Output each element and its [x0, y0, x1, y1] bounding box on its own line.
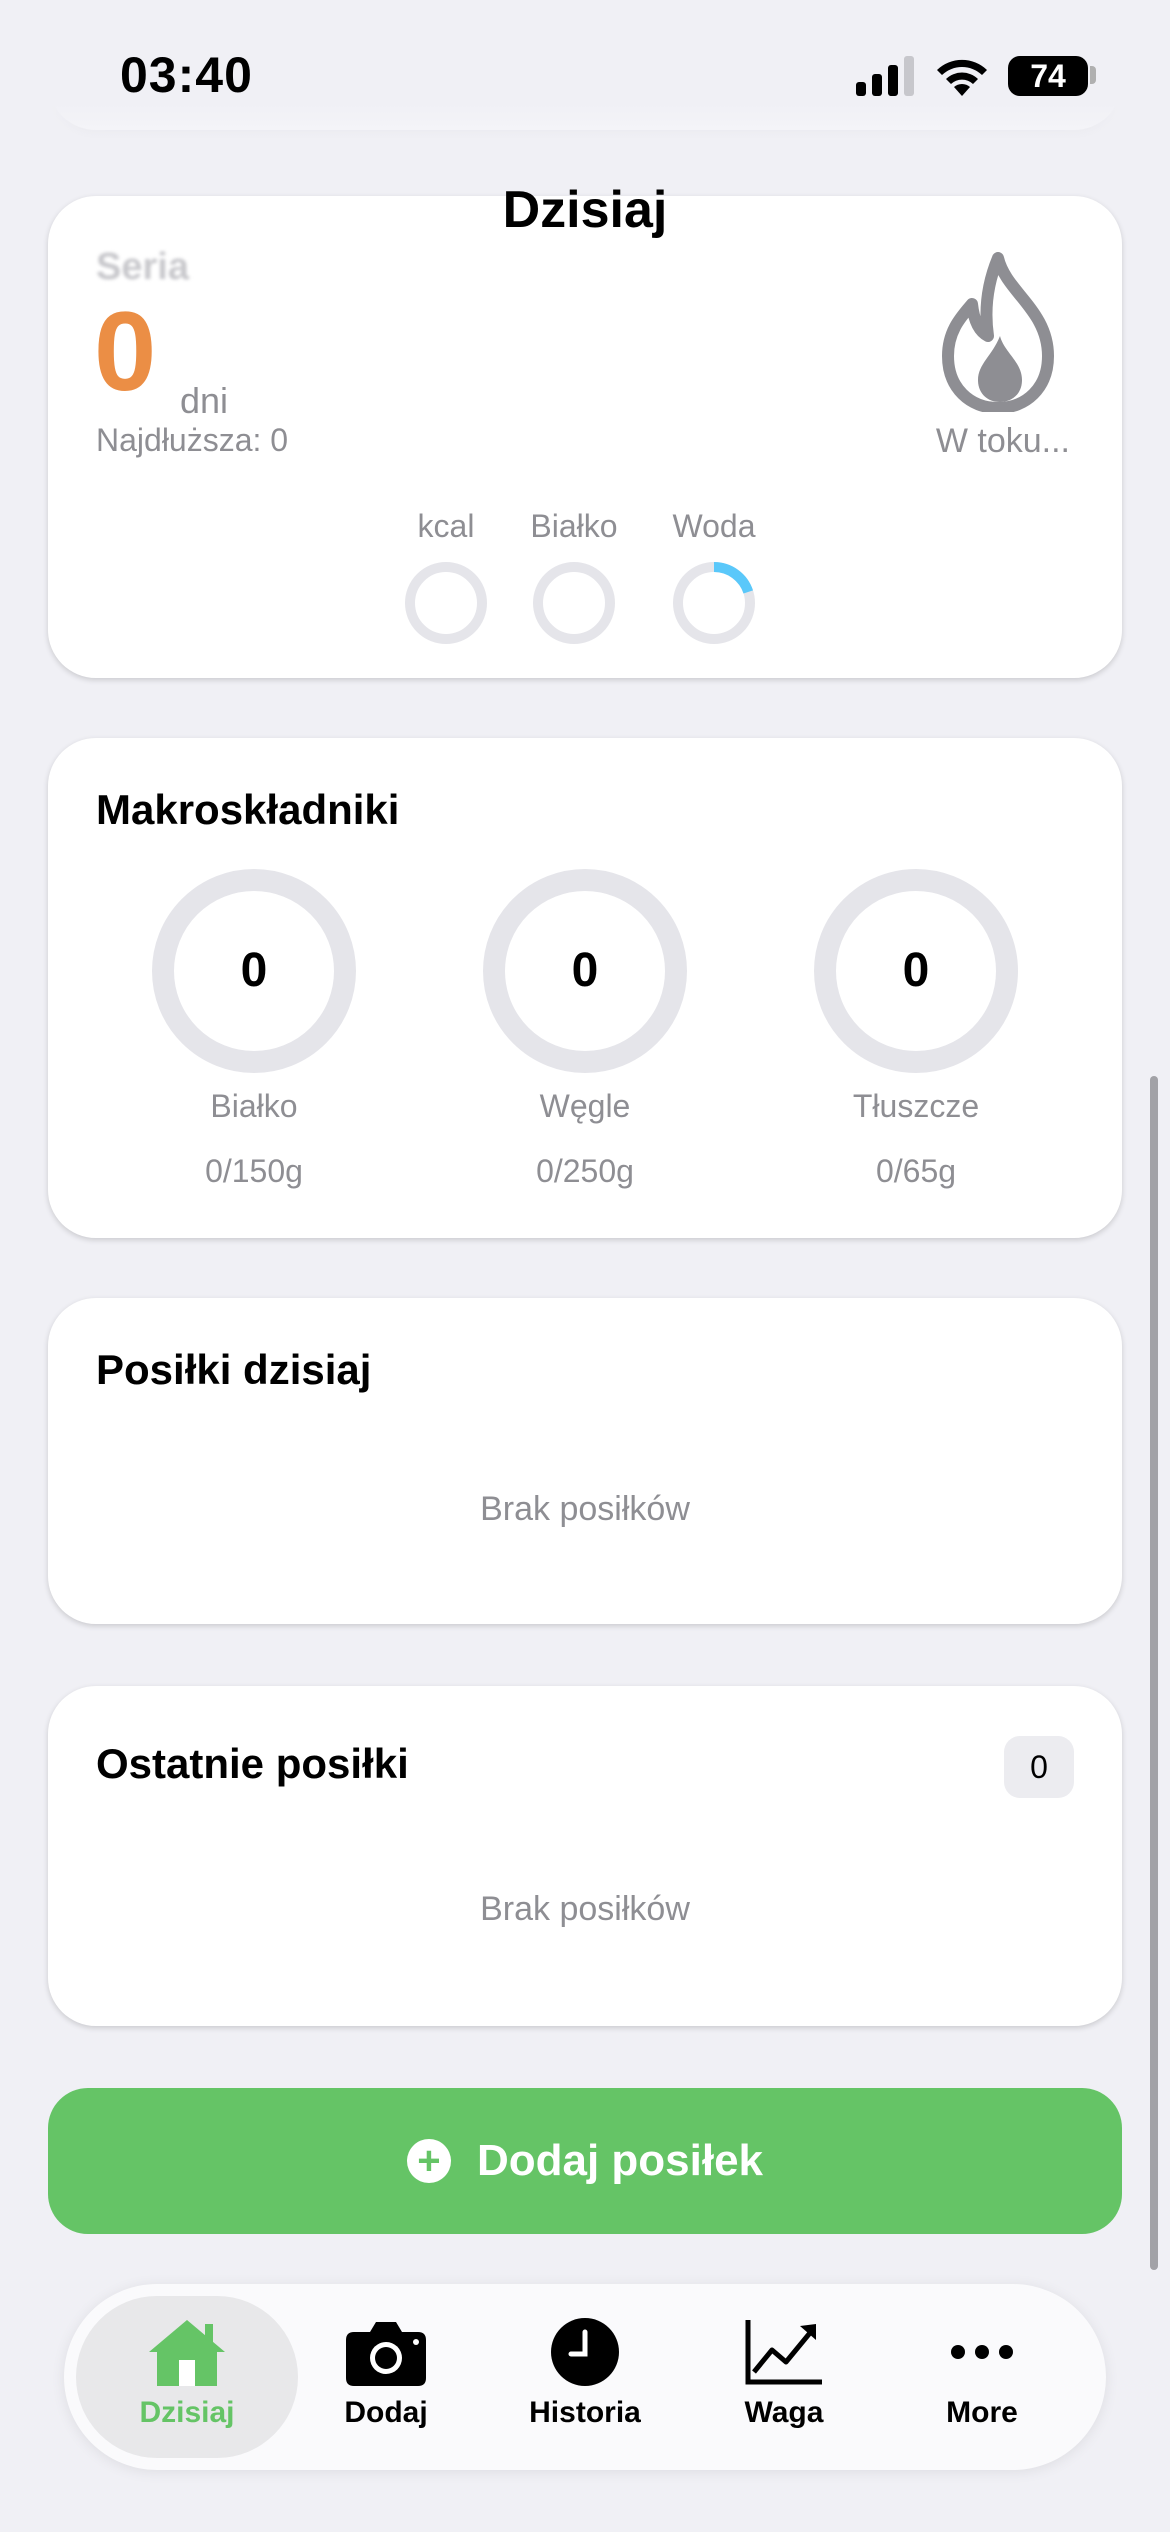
macro-protein-name: Białko	[210, 1088, 298, 1124]
macro-fat-name: Tłuszcze	[852, 1088, 980, 1124]
macro-carbs-amount: 0/250g	[536, 1153, 634, 1189]
chart-line-icon	[745, 2320, 822, 2385]
recent-meals-count-badge: 0	[1004, 1736, 1074, 1798]
macro-carbs: 0 Węgle 0/250g	[475, 868, 695, 1190]
clock-icon	[551, 2318, 619, 2386]
macro-protein-value: 0	[240, 944, 268, 997]
tab-history[interactable]: Historia	[485, 2296, 685, 2458]
tab-add[interactable]: Dodaj	[286, 2296, 486, 2458]
kcal-ring: kcal	[386, 508, 506, 647]
macro-carbs-value: 0	[571, 944, 599, 997]
tab-weight[interactable]: Waga	[684, 2296, 884, 2458]
macro-protein-amount: 0/150g	[205, 1153, 303, 1189]
macro-fat-value: 0	[902, 944, 930, 997]
macros-card: Makroskładniki 0 Białko 0/150g 0 Węgle 0…	[48, 738, 1122, 1238]
macro-fat-amount: 0/65g	[875, 1153, 957, 1189]
recent-meals-title: Ostatnie posiłki	[96, 1740, 409, 1787]
streak-longest: Najdłuższa: 0	[96, 422, 289, 458]
macros-title: Makroskładniki	[96, 786, 400, 833]
add-meal-button[interactable]: + Dodaj posiłek	[48, 2088, 1122, 2234]
tab-history-label: Historia	[529, 2396, 641, 2429]
meals-today-card: Posiłki dzisiaj Brak posiłków	[48, 1298, 1122, 1624]
ellipsis-icon	[951, 2345, 1013, 2359]
tab-weight-label: Waga	[744, 2396, 824, 2429]
battery-indicator: 74	[1008, 56, 1088, 96]
water-ring-progress	[673, 562, 755, 644]
macro-protein: 0 Białko 0/150g	[144, 868, 364, 1190]
scrollbar[interactable]	[1150, 1076, 1158, 2270]
flame-icon	[942, 252, 1054, 412]
tab-today[interactable]: Dzisiaj	[76, 2296, 298, 2458]
status-bar: 03:40 74	[0, 0, 1170, 150]
streak-card: Seria 0 dni Najdłuższa: 0 W toku... kcal…	[48, 196, 1122, 678]
streak-status: W toku...	[935, 422, 1070, 460]
recent-meals-card: Ostatnie posiłki 0 Brak posiłków	[48, 1686, 1122, 2026]
protein-ring-progress	[533, 562, 615, 644]
kcal-ring-label: kcal	[417, 508, 475, 544]
tab-more-label: More	[946, 2396, 1018, 2429]
protein-ring: Białko	[514, 508, 634, 647]
streak-label: Seria	[96, 246, 189, 288]
tab-bar: Dzisiaj Dodaj Historia Waga More	[64, 2284, 1106, 2470]
streak-count: 0	[94, 289, 157, 414]
kcal-ring-progress	[405, 562, 487, 644]
add-meal-label: Dodaj posiłek	[476, 2136, 764, 2185]
tab-more[interactable]: More	[882, 2296, 1082, 2458]
macro-carbs-name: Węgle	[539, 1088, 631, 1124]
meals-today-title: Posiłki dzisiaj	[96, 1346, 372, 1393]
tab-today-label: Dzisiaj	[139, 2396, 235, 2429]
battery-tip	[1090, 66, 1096, 84]
house-icon	[149, 2320, 225, 2386]
cellular-signal-icon	[856, 56, 914, 96]
recent-meals-empty: Brak posiłków	[480, 1890, 690, 1928]
streak-unit: dni	[180, 380, 229, 421]
tab-add-label: Dodaj	[344, 2396, 428, 2429]
water-ring: Woda	[654, 508, 774, 647]
status-time: 03:40	[120, 47, 253, 103]
plus-circle-icon: +	[406, 2139, 451, 2183]
wifi-icon	[937, 59, 987, 96]
camera-icon	[346, 2322, 426, 2386]
page-title: Dzisiaj	[502, 181, 668, 239]
water-ring-label: Woda	[672, 508, 756, 544]
meals-today-empty: Brak posiłków	[480, 1490, 690, 1528]
protein-ring-label: Białko	[530, 508, 618, 544]
macro-fat: 0 Tłuszcze 0/65g	[806, 868, 1026, 1190]
